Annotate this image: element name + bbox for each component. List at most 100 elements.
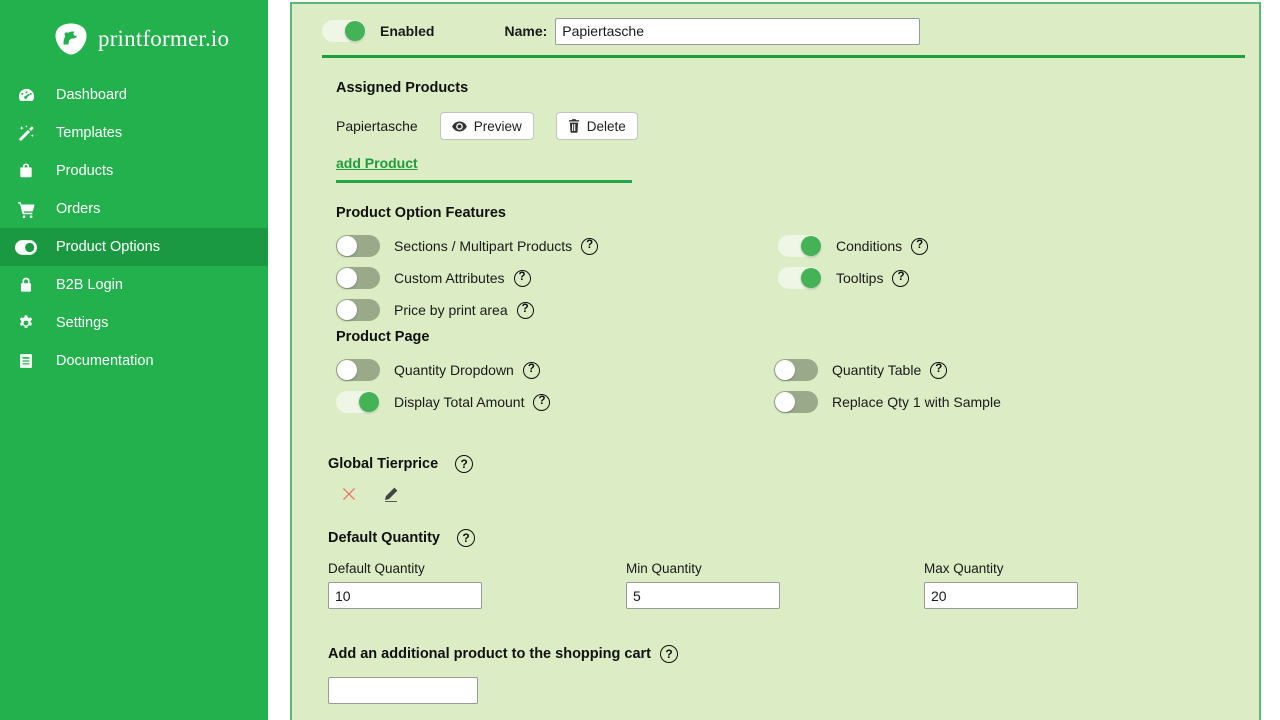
name-input[interactable]: [555, 17, 921, 45]
sidebar-item-b2b-login[interactable]: B2B Login: [0, 266, 268, 304]
toggle-row-conditions: Conditions ?: [778, 233, 929, 259]
delete-button[interactable]: Delete: [555, 112, 638, 140]
help-icon[interactable]: ?: [533, 393, 551, 411]
help-icon[interactable]: ?: [455, 455, 474, 473]
toggle-label: Quantity Dropdown: [394, 362, 514, 378]
sections-multipart-toggle[interactable]: [336, 235, 380, 257]
toggle-label: Custom Attributes: [394, 270, 505, 286]
field-label: Min Quantity: [626, 561, 702, 576]
product-option-features-grid: Sections / Multipart Products ? Custom A…: [336, 221, 1245, 333]
toggle-row-replace-qty-1-with-sample: Replace Qty 1 with Sample: [774, 389, 1001, 415]
additional-product-input[interactable]: [328, 677, 478, 704]
close-x-icon[interactable]: [338, 483, 360, 505]
toggle-row-custom-attributes: Custom Attributes ?: [336, 265, 531, 291]
header-divider: [322, 55, 1245, 58]
panel-header-row: Enabled Name:: [322, 4, 1245, 46]
replace-qty-1-with-sample-toggle[interactable]: [774, 391, 818, 413]
pencil-icon[interactable]: [380, 483, 402, 505]
toggle-on-icon: [14, 237, 38, 257]
toggle-label: Price by print area: [394, 302, 508, 318]
sidebar-item-label: Products: [56, 163, 114, 179]
help-icon[interactable]: ?: [456, 529, 475, 547]
help-icon[interactable]: ?: [513, 269, 531, 287]
sidebar-item-label: Documentation: [56, 353, 154, 369]
max-quantity-input[interactable]: [924, 582, 1078, 609]
toggle-label: Sections / Multipart Products: [394, 238, 573, 254]
global-tierprice-label: Global Tierprice: [328, 456, 439, 472]
assigned-product-name: Papiertasche: [336, 118, 418, 134]
custom-attributes-toggle[interactable]: [336, 267, 380, 289]
field-label: Max Quantity: [924, 561, 1004, 576]
quantity-table-toggle[interactable]: [774, 359, 818, 381]
sidebar-item-documentation[interactable]: Documentation: [0, 342, 268, 380]
global-tierprice-actions: [338, 483, 1245, 505]
assigned-products-title: Assigned Products: [336, 80, 469, 96]
default-quantity-input[interactable]: [328, 582, 482, 609]
toggle-label: Replace Qty 1 with Sample: [832, 394, 1001, 410]
sidebar-item-templates[interactable]: Templates: [0, 114, 268, 152]
eye-icon: [451, 121, 467, 132]
toggle-row-price-by-print-area: Price by print area ?: [336, 297, 534, 323]
min-quantity-input[interactable]: [626, 582, 780, 609]
dashboard-icon: [14, 85, 38, 105]
help-icon[interactable]: ?: [892, 269, 910, 287]
help-icon[interactable]: ?: [930, 361, 948, 379]
toggle-row-quantity-table: Quantity Table ?: [774, 357, 948, 383]
book-icon: [14, 351, 38, 371]
sidebar-item-dashboard[interactable]: Dashboard: [0, 76, 268, 114]
field-label: Default Quantity: [328, 561, 425, 576]
default-quantity-fields: Default Quantity Min Quantity Max Quanti…: [328, 561, 1245, 623]
preview-button-label: Preview: [473, 118, 522, 134]
additional-product-title: Add an additional product to the shoppin…: [328, 645, 1245, 663]
help-icon[interactable]: ?: [516, 301, 534, 319]
brand-logo[interactable]: printformer.io: [0, 0, 268, 62]
default-quantity-field: Default Quantity: [328, 561, 482, 609]
max-quantity-field: Max Quantity: [924, 561, 1078, 609]
assigned-product-row: Papiertasche Preview Delete: [336, 112, 1245, 140]
price-by-print-area-toggle[interactable]: [336, 299, 380, 321]
printformer-logo-icon: [54, 22, 88, 56]
default-quantity-title: Default Quantity ?: [328, 529, 1245, 547]
sidebar: printformer.io Dashboard Templates Produ: [0, 0, 268, 720]
sidebar-item-label: Settings: [56, 315, 109, 331]
toggle-label: Display Total Amount: [394, 394, 525, 410]
quantity-dropdown-toggle[interactable]: [336, 359, 380, 381]
global-tierprice-title: Global Tierprice ?: [328, 455, 1245, 473]
display-total-amount-toggle[interactable]: [336, 391, 380, 413]
trash-icon: [568, 119, 580, 133]
sidebar-item-settings[interactable]: Settings: [0, 304, 268, 342]
shopping-bag-icon: [14, 161, 38, 181]
toggle-label: Conditions: [836, 238, 903, 254]
help-icon[interactable]: ?: [581, 237, 599, 255]
conditions-toggle[interactable]: [778, 235, 822, 257]
sidebar-item-label: Orders: [56, 201, 101, 217]
sidebar-item-products[interactable]: Products: [0, 152, 268, 190]
app-root: printformer.io Dashboard Templates Produ: [0, 0, 1280, 720]
sidebar-item-label: B2B Login: [56, 277, 123, 293]
help-icon[interactable]: ?: [660, 645, 679, 663]
name-label: Name:: [504, 23, 548, 39]
toggle-row-display-total-amount: Display Total Amount ?: [336, 389, 551, 415]
sidebar-item-product-options[interactable]: Product Options: [0, 228, 268, 266]
toggle-label: Tooltips: [836, 270, 884, 286]
main-content: Enabled Name: Assigned Products Papierta…: [268, 0, 1280, 720]
sidebar-item-orders[interactable]: Orders: [0, 190, 268, 228]
toggle-row-tooltips: Tooltips ?: [778, 265, 910, 291]
sidebar-item-label: Dashboard: [56, 87, 127, 103]
sidebar-item-label: Templates: [56, 125, 123, 141]
toggle-row-quantity-dropdown: Quantity Dropdown ?: [336, 357, 540, 383]
assigned-products-divider: [336, 180, 632, 183]
additional-product-label: Add an additional product to the shoppin…: [328, 646, 652, 662]
min-quantity-field: Min Quantity: [626, 561, 780, 609]
help-icon[interactable]: ?: [911, 237, 929, 255]
help-icon[interactable]: ?: [522, 361, 540, 379]
preview-button[interactable]: Preview: [439, 112, 534, 140]
add-product-link[interactable]: add Product: [336, 155, 418, 171]
enabled-toggle[interactable]: [322, 20, 366, 42]
product-option-features-title: Product Option Features: [336, 205, 506, 221]
default-quantity-label: Default Quantity: [328, 530, 440, 546]
tooltips-toggle[interactable]: [778, 267, 822, 289]
shopping-cart-icon: [14, 199, 38, 219]
enabled-label: Enabled: [380, 23, 435, 39]
sidebar-item-label: Product Options: [56, 239, 160, 255]
